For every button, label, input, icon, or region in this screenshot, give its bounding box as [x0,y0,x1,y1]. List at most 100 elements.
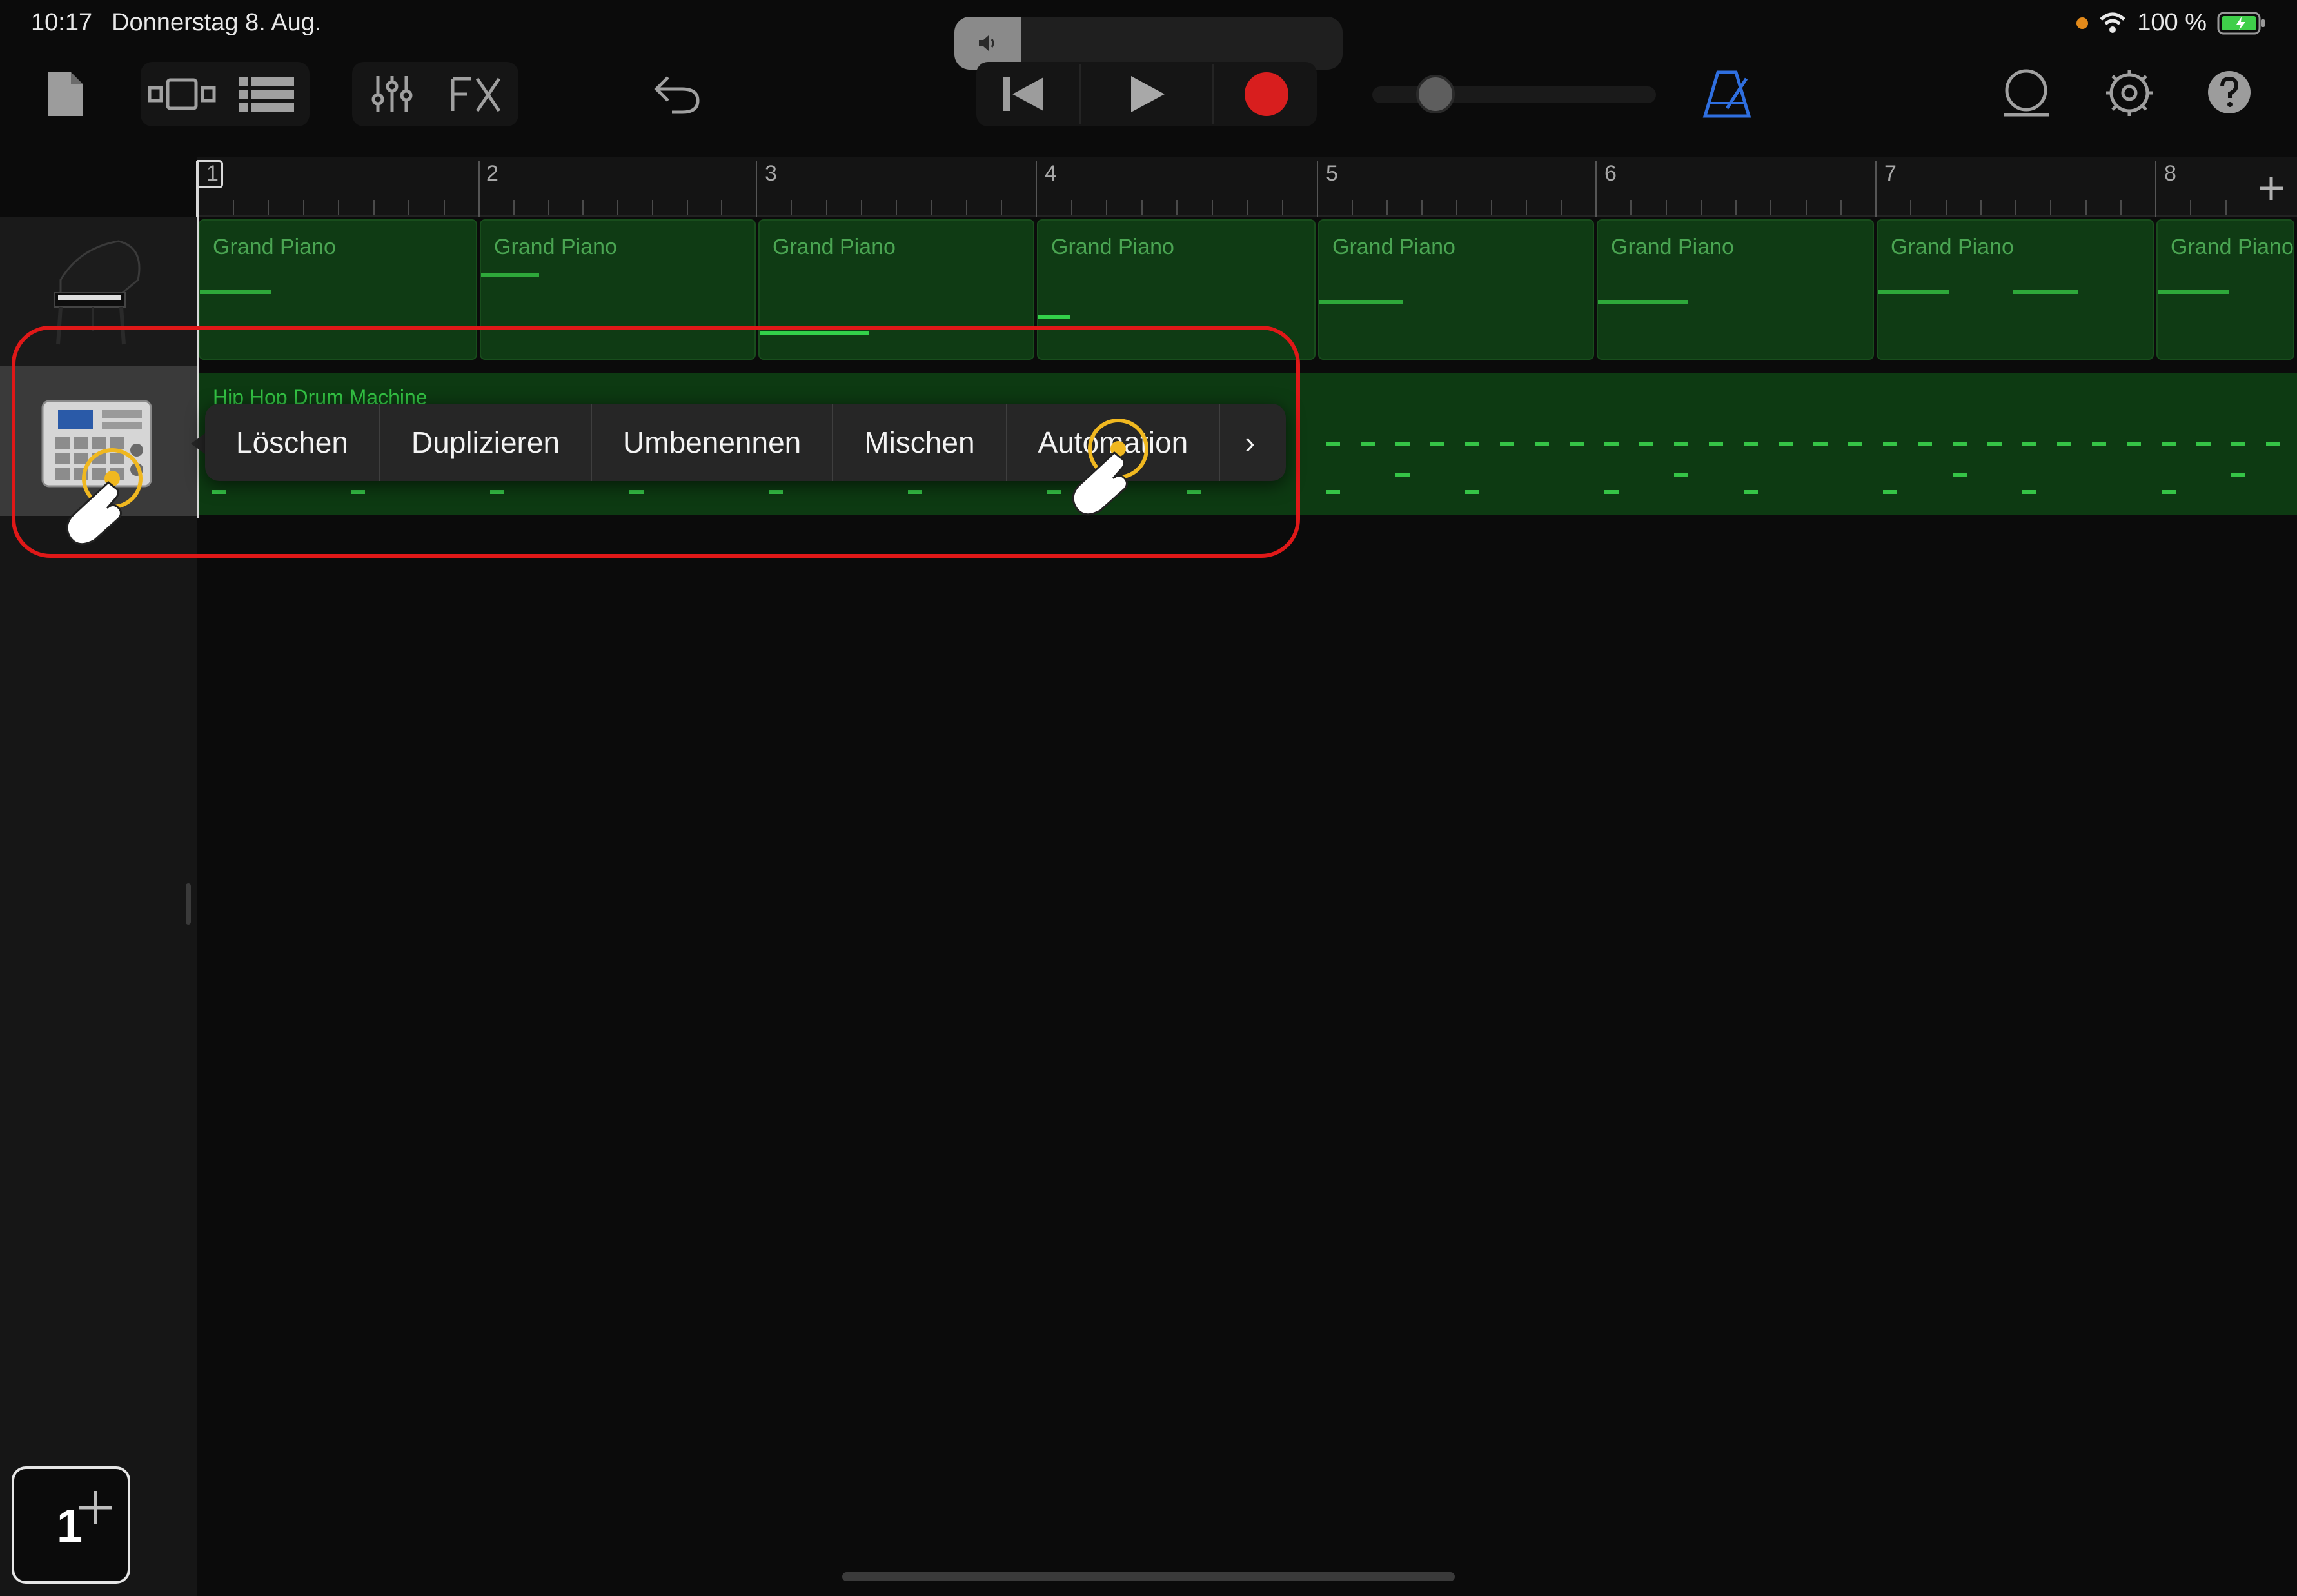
ruler-tick [1945,200,1947,215]
drum-hit [2231,442,2245,446]
drum-hit [2022,442,2036,446]
go-to-beginning-button[interactable] [1001,75,1047,117]
drum-hit [2196,442,2211,446]
privacy-indicator-dot [2076,17,2089,29]
menu-item-merge[interactable]: Mischen [833,404,1007,481]
loop-browser-button[interactable] [2002,68,2052,121]
menu-more-button[interactable]: › [1220,404,1279,481]
drum-hit [2162,442,2176,446]
ruler-tick [686,200,688,215]
drum-hit [2127,442,2141,446]
ruler-tick [931,200,932,215]
ruler-tick [896,200,897,215]
region-title: Grand Piano [1051,235,1174,259]
settings-button[interactable] [2104,67,2155,122]
ruler-tick [2225,200,2227,215]
volume-slider-knob[interactable] [1416,75,1455,113]
grand-piano-region[interactable]: Grand Piano [1318,219,1594,360]
ruler-bar-number: 3 [765,161,777,186]
ruler-tick [965,200,967,215]
plus-icon [79,1491,112,1524]
add-section-button[interactable] [2245,163,2297,214]
ruler-bar-number: 2 [486,161,498,186]
drum-hit [2092,442,2106,446]
record-button[interactable] [1243,71,1290,121]
menu-item-rename[interactable]: Umbenennen [592,404,834,481]
ruler-tick [1770,200,1772,215]
drum-hit [1918,442,1932,446]
grand-piano-region[interactable]: Grand Piano [1597,219,1874,360]
drum-hit [1361,442,1375,446]
document-icon [48,72,83,116]
ruler-tick [408,200,409,215]
drum-hit [2022,490,2036,494]
drum-hit [1848,442,1862,446]
grand-piano-region[interactable]: Grand Piano [1877,219,2154,360]
ruler-tick [1141,200,1143,215]
drum-hit [1430,442,1444,446]
ruler-tick [1070,200,1072,215]
ruler-tick [1106,200,1107,215]
ruler-tick [1805,200,1807,215]
drum-hit [1326,490,1340,494]
drum-hit [1500,442,1514,446]
help-button[interactable] [2207,70,2252,118]
view-toggle-group [141,62,310,126]
master-volume-slider[interactable] [1372,75,1656,113]
menu-item-delete[interactable]: Löschen [205,404,380,481]
drum-hit [2162,490,2176,494]
speaker-icon [979,35,994,51]
ruler-tick [268,200,269,215]
divider [1079,64,1081,124]
play-button[interactable] [1129,74,1167,118]
ruler-tick [1910,200,1912,215]
record-icon [1245,72,1288,116]
browser-view-icon [148,78,216,110]
undo-icon [654,76,700,114]
playhead-handle[interactable] [197,160,223,188]
drum-hit [1953,442,1967,446]
ruler-bar-line [1595,161,1597,217]
grand-piano-region[interactable]: Grand Piano [2156,219,2294,360]
ruler-tick [302,200,304,215]
drum-hit [1987,442,2002,446]
browser-view-button[interactable] [147,76,218,115]
region-title: Grand Piano [773,235,896,259]
plus-icon [2260,177,2283,200]
drum-hit [1570,442,1584,446]
mixer-button[interactable] [370,74,414,118]
timeline-ruler[interactable]: 1 2 3 4 5 6 7 8 [197,157,2297,217]
ruler-bar-number: 5 [1326,161,1338,186]
mixer-fx-group [352,62,518,126]
ruler-tick [1247,200,1248,215]
drum-hit [1535,442,1549,446]
ruler-tick [1561,200,1562,215]
undo-button[interactable] [651,72,703,119]
menu-item-duplicate[interactable]: Duplizieren [380,404,593,481]
midi-note [2158,290,2229,294]
drum-hit [2266,442,2280,446]
drum-hit [1883,490,1897,494]
ruler-tick [373,200,375,215]
fx-button[interactable] [449,75,503,117]
ruler-tick [1980,200,1982,215]
metronome-button[interactable] [1701,70,1753,122]
ruler-tick [617,200,618,215]
tracks-view-button[interactable] [236,74,298,118]
ruler-tick [1421,200,1423,215]
region-title: Grand Piano [1891,235,2014,259]
ruler-tick [1386,200,1388,215]
tracks-view-icon [239,77,294,112]
ruler-tick [1491,200,1492,215]
my-songs-button[interactable] [45,70,86,122]
drum-hit [1395,442,1410,446]
drum-hit [1709,442,1723,446]
skip-back-icon [1003,77,1043,111]
ruler-bar-number: 6 [1604,161,1617,186]
ruler-bar-number: 8 [2164,161,2176,186]
tap-indicator-track-icon [41,442,157,555]
track-header-resize-handle[interactable] [186,883,191,925]
region-title: Grand Piano [1611,235,1734,259]
region-title: Grand Piano [494,235,617,259]
add-track-button[interactable]: 1 [12,1466,130,1584]
